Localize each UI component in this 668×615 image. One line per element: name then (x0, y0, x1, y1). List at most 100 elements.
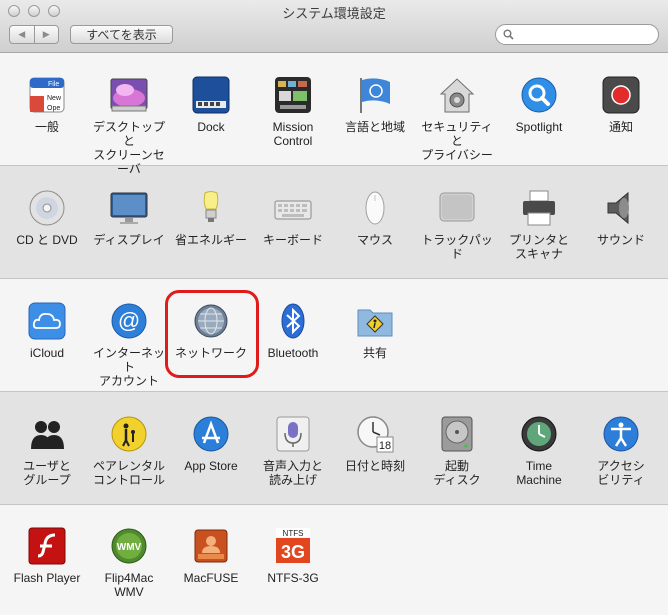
pane-bluetooth[interactable]: Bluetooth (252, 302, 334, 360)
pane-label: Spotlight (515, 120, 563, 134)
search-field[interactable] (495, 24, 659, 45)
house-lock-icon (438, 76, 476, 114)
pane-parental[interactable]: ペアレンタル コントロール (88, 415, 170, 487)
app-store-icon (192, 415, 230, 453)
pane-label: Time Machine (516, 459, 562, 487)
svg-text:@: @ (118, 308, 140, 333)
pane-icloud[interactable]: iCloud (6, 302, 88, 360)
pane-label: アクセシ ビリティ (597, 459, 645, 487)
pane-macfuse[interactable]: MacFUSE (170, 527, 252, 585)
bulb-icon (192, 189, 230, 227)
pane-trackpad[interactable]: トラックパッド (416, 189, 498, 261)
pane-label: Bluetooth (267, 346, 319, 360)
pane-label: 日付と時刻 (344, 459, 405, 473)
pane-cd-dvd[interactable]: CD と DVD (6, 189, 88, 247)
svg-text:3G: 3G (281, 542, 305, 562)
pane-dictation[interactable]: 音声入力と 読み上げ (252, 415, 334, 487)
pane-label: トラックパッド (421, 233, 493, 261)
window-title: システム環境設定 (282, 6, 386, 21)
pane-label: NTFS-3G (267, 571, 319, 585)
magnifier-icon (520, 76, 558, 114)
system-preferences-window: システム環境設定 ◀ ▶ すべてを表示 File New Ope 一般 デスクト… (0, 0, 668, 615)
pane-accessibility[interactable]: アクセシ ビリティ (580, 415, 662, 487)
clock-icon: 18 (356, 415, 394, 453)
pane-label: 言語と地域 (344, 120, 405, 134)
search-input[interactable] (518, 27, 652, 43)
pane-label: Mission Control (272, 120, 314, 148)
pane-mouse[interactable]: マウス (334, 189, 416, 247)
pane-date-time[interactable]: 18 日付と時刻 (334, 415, 416, 473)
pane-label: 通知 (608, 120, 633, 134)
pane-label: 共有 (362, 346, 387, 360)
hard-drive-icon (438, 415, 476, 453)
time-machine-icon (520, 415, 558, 453)
wmv-icon: WMV (110, 527, 148, 565)
parental-icon (110, 415, 148, 453)
pane-keyboard[interactable]: キーボード (252, 189, 334, 247)
pane-time-machine[interactable]: Time Machine (498, 415, 580, 487)
sharing-folder-icon (356, 302, 394, 340)
flash-icon (28, 527, 66, 565)
svg-text:File: File (48, 81, 59, 88)
pane-ntfs-3g[interactable]: NTFS 3G NTFS-3G (252, 527, 334, 585)
svg-text:WMV: WMV (117, 542, 142, 553)
pane-label: 一般 (34, 120, 59, 134)
pane-security[interactable]: セキュリティと プライバシー (416, 76, 498, 162)
microphone-icon (274, 415, 312, 453)
notification-icon (602, 76, 640, 114)
flag-icon (356, 76, 394, 114)
pane-label: デスクトップと スクリーンセーバ (92, 120, 165, 176)
pane-label: 省エネルギー (174, 233, 247, 247)
svg-text:18: 18 (379, 440, 391, 452)
forward-button[interactable]: ▶ (33, 26, 59, 43)
accessibility-icon (602, 415, 640, 453)
pane-label: App Store (184, 459, 238, 473)
cloud-icon (28, 302, 66, 340)
dock-icon (192, 76, 230, 114)
pane-notifications[interactable]: 通知 (580, 76, 662, 134)
pane-flash-player[interactable]: Flash Player (6, 527, 88, 585)
back-forward-group: ◀ ▶ (9, 25, 59, 44)
general-icon: File New Ope (28, 76, 66, 114)
back-button[interactable]: ◀ (10, 26, 34, 43)
pane-label: iCloud (29, 346, 65, 360)
macfuse-icon (192, 527, 230, 565)
pane-general[interactable]: File New Ope 一般 (6, 76, 88, 134)
pane-language[interactable]: 言語と地域 (334, 76, 416, 134)
pane-sharing[interactable]: 共有 (334, 302, 416, 360)
pane-app-store[interactable]: App Store (170, 415, 252, 473)
pane-internet-accounts[interactable]: @ インターネット アカウント (88, 302, 170, 388)
pane-label: Flip4Mac WMV (104, 571, 154, 599)
pane-sound[interactable]: サウンド (580, 189, 662, 247)
pane-label: キーボード (262, 233, 323, 247)
pane-label: CD と DVD (16, 233, 78, 247)
pane-desktop[interactable]: デスクトップと スクリーンセーバ (88, 76, 170, 176)
mission-control-icon (274, 76, 312, 114)
pane-mission-control[interactable]: Mission Control (252, 76, 334, 148)
pane-printers[interactable]: プリンタと スキャナ (498, 189, 580, 261)
pane-energy[interactable]: 省エネルギー (170, 189, 252, 247)
printer-icon (520, 189, 558, 227)
show-all-button[interactable]: すべてを表示 (70, 25, 173, 44)
users-icon (28, 415, 66, 453)
pane-spotlight[interactable]: Spotlight (498, 76, 580, 134)
pane-label: ペアレンタル コントロール (92, 459, 165, 487)
at-icon: @ (110, 302, 148, 340)
pane-users[interactable]: ユーザと グループ (6, 415, 88, 487)
search-icon (503, 29, 514, 40)
network-highlight-circle (165, 290, 259, 378)
pane-label: 音声入力と 読み上げ (262, 459, 323, 487)
pane-label: セキュリティと プライバシー (421, 120, 493, 162)
pane-dock[interactable]: Dock (170, 76, 252, 134)
pane-label: ユーザと グループ (23, 459, 71, 487)
pane-flip4mac[interactable]: WMV Flip4Mac WMV (88, 527, 170, 599)
trackpad-icon (438, 189, 476, 227)
svg-text:New: New (47, 95, 62, 102)
pane-displays[interactable]: ディスプレイ (88, 189, 170, 247)
pane-label: MacFUSE (183, 571, 239, 585)
pane-label: インターネット アカウント (92, 346, 165, 388)
speaker-icon (602, 189, 640, 227)
bluetooth-icon (274, 302, 312, 340)
pane-startup-disk[interactable]: 起動 ディスク (416, 415, 498, 487)
svg-text:NTFS: NTFS (283, 529, 304, 538)
